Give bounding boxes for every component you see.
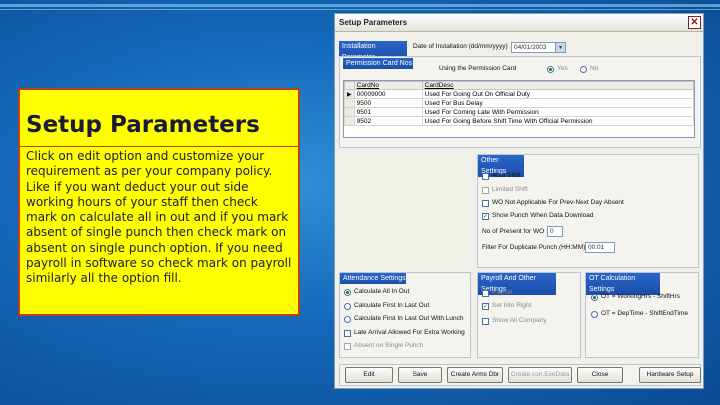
hardware-setup-button[interactable]: Hardware Setup [639, 367, 701, 383]
show-all-company-checkbox[interactable] [482, 318, 489, 325]
card-no-cell[interactable]: 00009000 [353, 89, 423, 99]
late-arrival-label: Late Arrival Allowed For Extra Working [354, 329, 465, 336]
close-icon[interactable]: ✕ [688, 16, 701, 29]
first-in-last-out-radio[interactable] [344, 303, 351, 310]
card-no-cell[interactable]: 9500 [353, 98, 423, 108]
first-in-last-out-lunch-label: Calculate First In Last Out With Lunch [354, 315, 464, 322]
save-button[interactable]: Save [398, 367, 442, 383]
column-header-carddesc[interactable]: CardDesc [421, 81, 695, 90]
installation-date-label: Date of Installation (dd/mm/yyyy) [413, 43, 508, 50]
installation-date-value: 04/01/2003 [514, 44, 547, 51]
permission-card-table[interactable]: CardNo CardDesc ▶ 00009000 Used For Goin… [343, 80, 695, 138]
card-no-cell[interactable]: 9501 [353, 107, 423, 117]
slide-title: Setup Parameters [20, 90, 298, 147]
setup-parameters-dialog: Setup Parameters ✕ Installation Paramete… [334, 13, 704, 389]
ot-dep-time-radio[interactable] [591, 311, 598, 318]
card-desc-cell[interactable]: Used For Going Before Shift Time With Of… [421, 116, 695, 126]
set-into-right-label: Set Into Right [492, 302, 532, 309]
payroll-settings-band: Payroll And Other Settings [478, 273, 556, 295]
row-selector [344, 107, 355, 117]
present-for-wo-label: No of Present for WO [482, 228, 545, 235]
absent-single-punch-label: Absent on Single Punch [354, 342, 424, 349]
card-desc-cell[interactable]: Used For Bus Delay [421, 98, 695, 108]
ot-settings-band: OT Calculation Settings [586, 273, 660, 295]
wo-not-applicable-label: WO Not Applicable For Prev-Next Day Abse… [492, 199, 624, 206]
permission-card-band: Permission Card Nos [343, 58, 413, 69]
first-in-last-out-label: Calculate First In Last Out [354, 302, 430, 309]
row-selector-icon: ▶ [344, 89, 355, 99]
set-into-right-checkbox[interactable]: ✓ [482, 303, 489, 310]
calculate-all-in-out-label: Calculate All In Out [354, 288, 410, 295]
table-row[interactable]: 9502 Used For Going Before Shift Time Wi… [344, 116, 695, 126]
dialog-titlebar: Setup Parameters ✕ [335, 14, 703, 32]
installation-date-picker[interactable]: 04/01/2003 ▾ [511, 42, 566, 53]
late-arrival-checkbox[interactable] [344, 330, 351, 337]
ot-dep-time-label: OT = DepTime - ShiftEndTime [601, 310, 688, 317]
duplicate-punch-filter-label: Filter For Duplicate Punch (HH:MM) [482, 244, 586, 251]
auto-shift-checkbox[interactable] [482, 173, 489, 180]
limited-shift-checkbox[interactable] [482, 187, 489, 194]
chevron-down-icon[interactable]: ▾ [555, 43, 565, 52]
using-permission-card-label: Using the Permission Card [439, 65, 517, 72]
decorative-stripe-thin [0, 9, 720, 10]
permission-no-label: No [590, 65, 599, 72]
limited-shift-label: Limited Shift [492, 186, 528, 193]
ot-working-hrs-label: OT = WorkingHrs - ShiftHrs [601, 293, 681, 300]
first-in-last-out-lunch-radio[interactable] [344, 316, 351, 323]
close-button[interactable]: Close [577, 367, 623, 383]
present-for-wo-input[interactable]: 0 [547, 226, 563, 237]
permission-yes-label: Yes [557, 65, 568, 72]
absent-single-punch-checkbox[interactable] [344, 343, 351, 350]
slide-body-text: Click on edit option and customize your … [26, 149, 292, 286]
attendance-settings-band: Attendance Settings [340, 273, 406, 284]
wo-not-applicable-checkbox[interactable] [482, 200, 489, 207]
auto-shift-label: Auto Shift [492, 172, 521, 179]
card-desc-cell[interactable]: Used For Going Out On Official Duty [421, 89, 695, 99]
calculate-all-in-out-radio[interactable] [344, 289, 351, 296]
table-header-row: CardNo CardDesc [344, 81, 695, 90]
edit-button[interactable]: Edit [345, 367, 393, 383]
decorative-stripe [0, 4, 720, 7]
permission-yes-radio[interactable] [547, 66, 554, 73]
create-arms-dbr-button[interactable]: Create Arms Dbr [447, 367, 503, 383]
permission-no-radio[interactable] [580, 66, 587, 73]
show-punch-label: Show Punch When Data Download [492, 212, 594, 219]
payroll-checkbox[interactable] [482, 290, 489, 297]
table-header-spacer [344, 81, 355, 90]
table-row[interactable]: 9500 Used For Bus Delay [344, 98, 695, 108]
payroll-label: Payroll [492, 289, 512, 296]
table-row[interactable]: ▶ 00009000 Used For Going Out On Officia… [344, 89, 695, 99]
card-desc-cell[interactable]: Used For Coming Late With Permission [421, 107, 695, 117]
ot-working-hrs-radio[interactable] [591, 294, 598, 301]
create-exe-data-button[interactable]: Create con.ExeData [508, 367, 572, 383]
table-row[interactable]: 9501 Used For Coming Late With Permissio… [344, 107, 695, 117]
row-selector [344, 116, 355, 126]
duplicate-punch-filter-input[interactable]: 00:01 [585, 242, 615, 253]
info-text-box: Setup Parameters Click on edit option an… [18, 88, 300, 316]
column-header-cardno[interactable]: CardNo [353, 81, 423, 90]
row-selector [344, 98, 355, 108]
dialog-title: Setup Parameters [339, 18, 408, 27]
card-no-cell[interactable]: 9502 [353, 116, 423, 126]
show-punch-checkbox[interactable]: ✓ [482, 213, 489, 220]
show-all-company-label: Show All Company [492, 317, 547, 324]
